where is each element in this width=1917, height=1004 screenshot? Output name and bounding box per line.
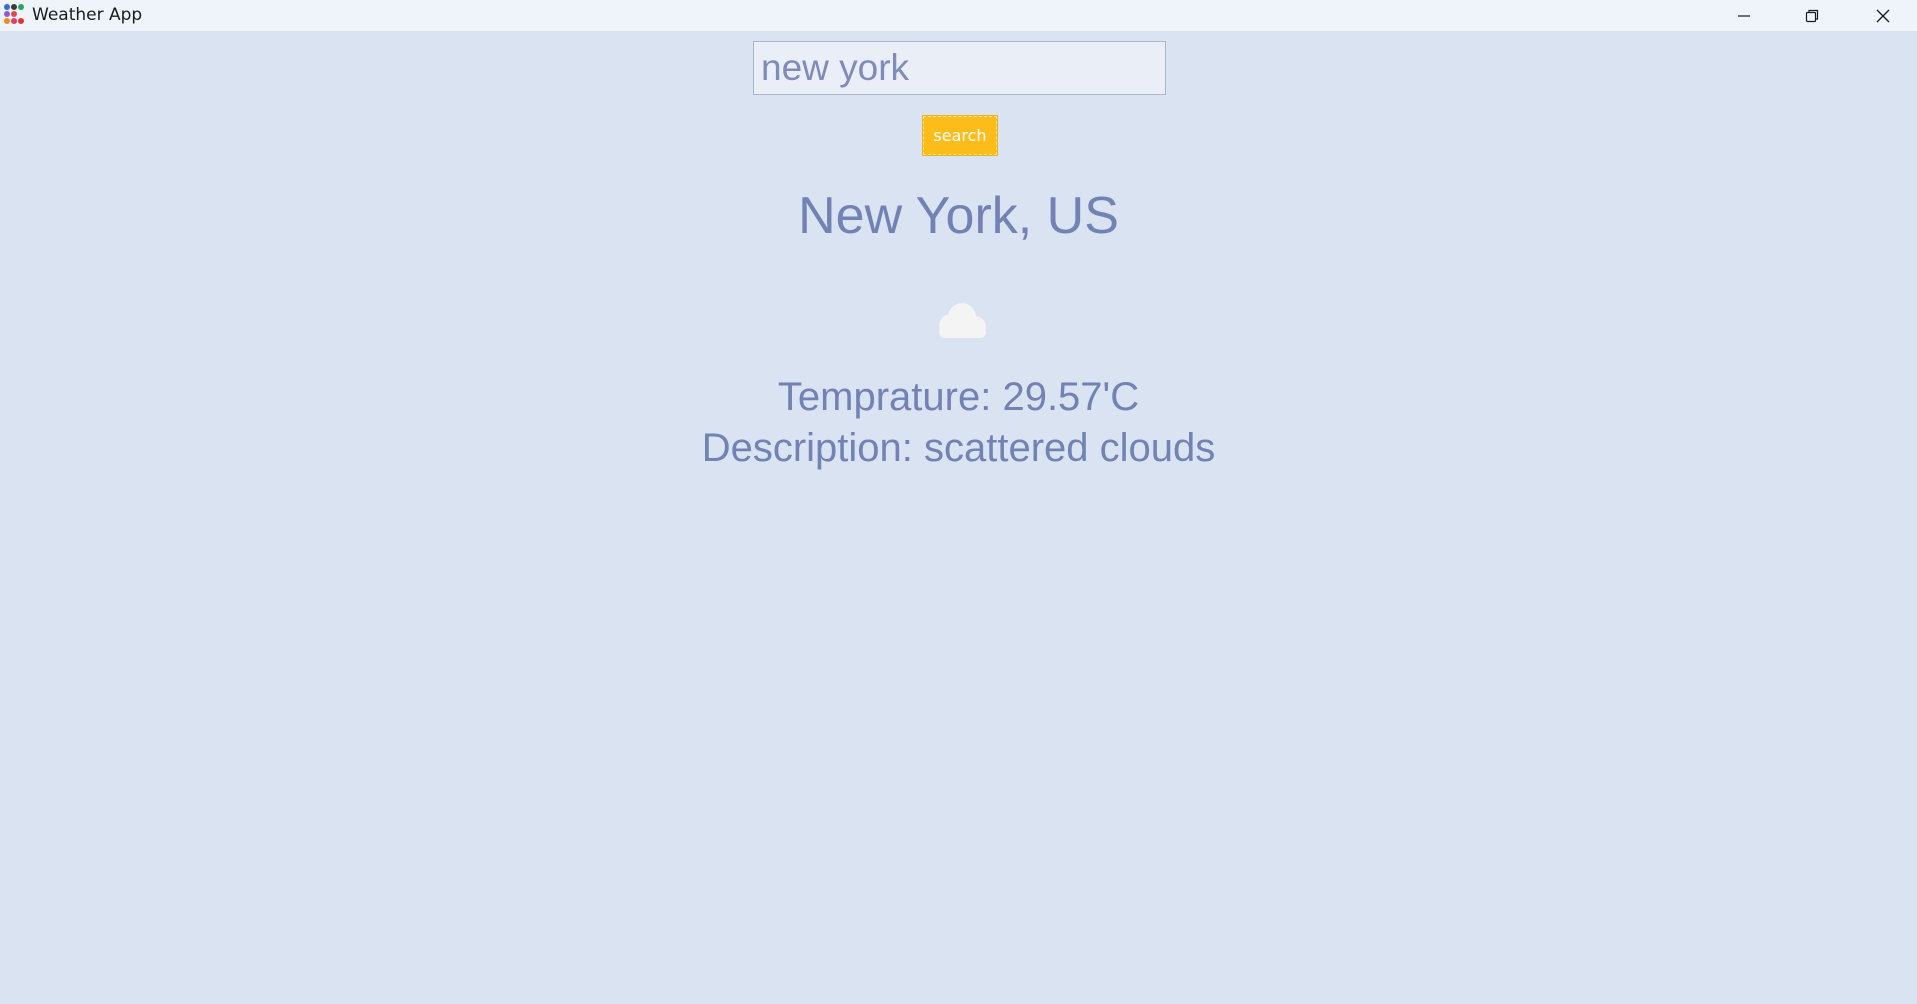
restore-button[interactable] xyxy=(1778,0,1846,31)
cloud-icon xyxy=(939,303,986,338)
temperature-text: Temprature: 29.57'C xyxy=(777,375,1140,419)
app-icon xyxy=(4,4,24,24)
close-icon xyxy=(1876,9,1890,22)
minimize-icon xyxy=(1738,14,1750,17)
location-heading: New York, US xyxy=(798,187,1119,245)
city-search-input[interactable] xyxy=(753,41,1166,95)
title-bar[interactable]: Weather App xyxy=(0,0,1917,31)
minimize-button[interactable] xyxy=(1710,0,1778,31)
restore-icon xyxy=(1805,9,1819,22)
window-title: Weather App xyxy=(32,5,143,25)
weather-app-window: Weather App search New York, US xyxy=(0,0,1917,1004)
search-button[interactable]: search xyxy=(922,115,998,156)
close-button[interactable] xyxy=(1849,0,1917,31)
description-text: Description: scattered clouds xyxy=(701,426,1216,470)
